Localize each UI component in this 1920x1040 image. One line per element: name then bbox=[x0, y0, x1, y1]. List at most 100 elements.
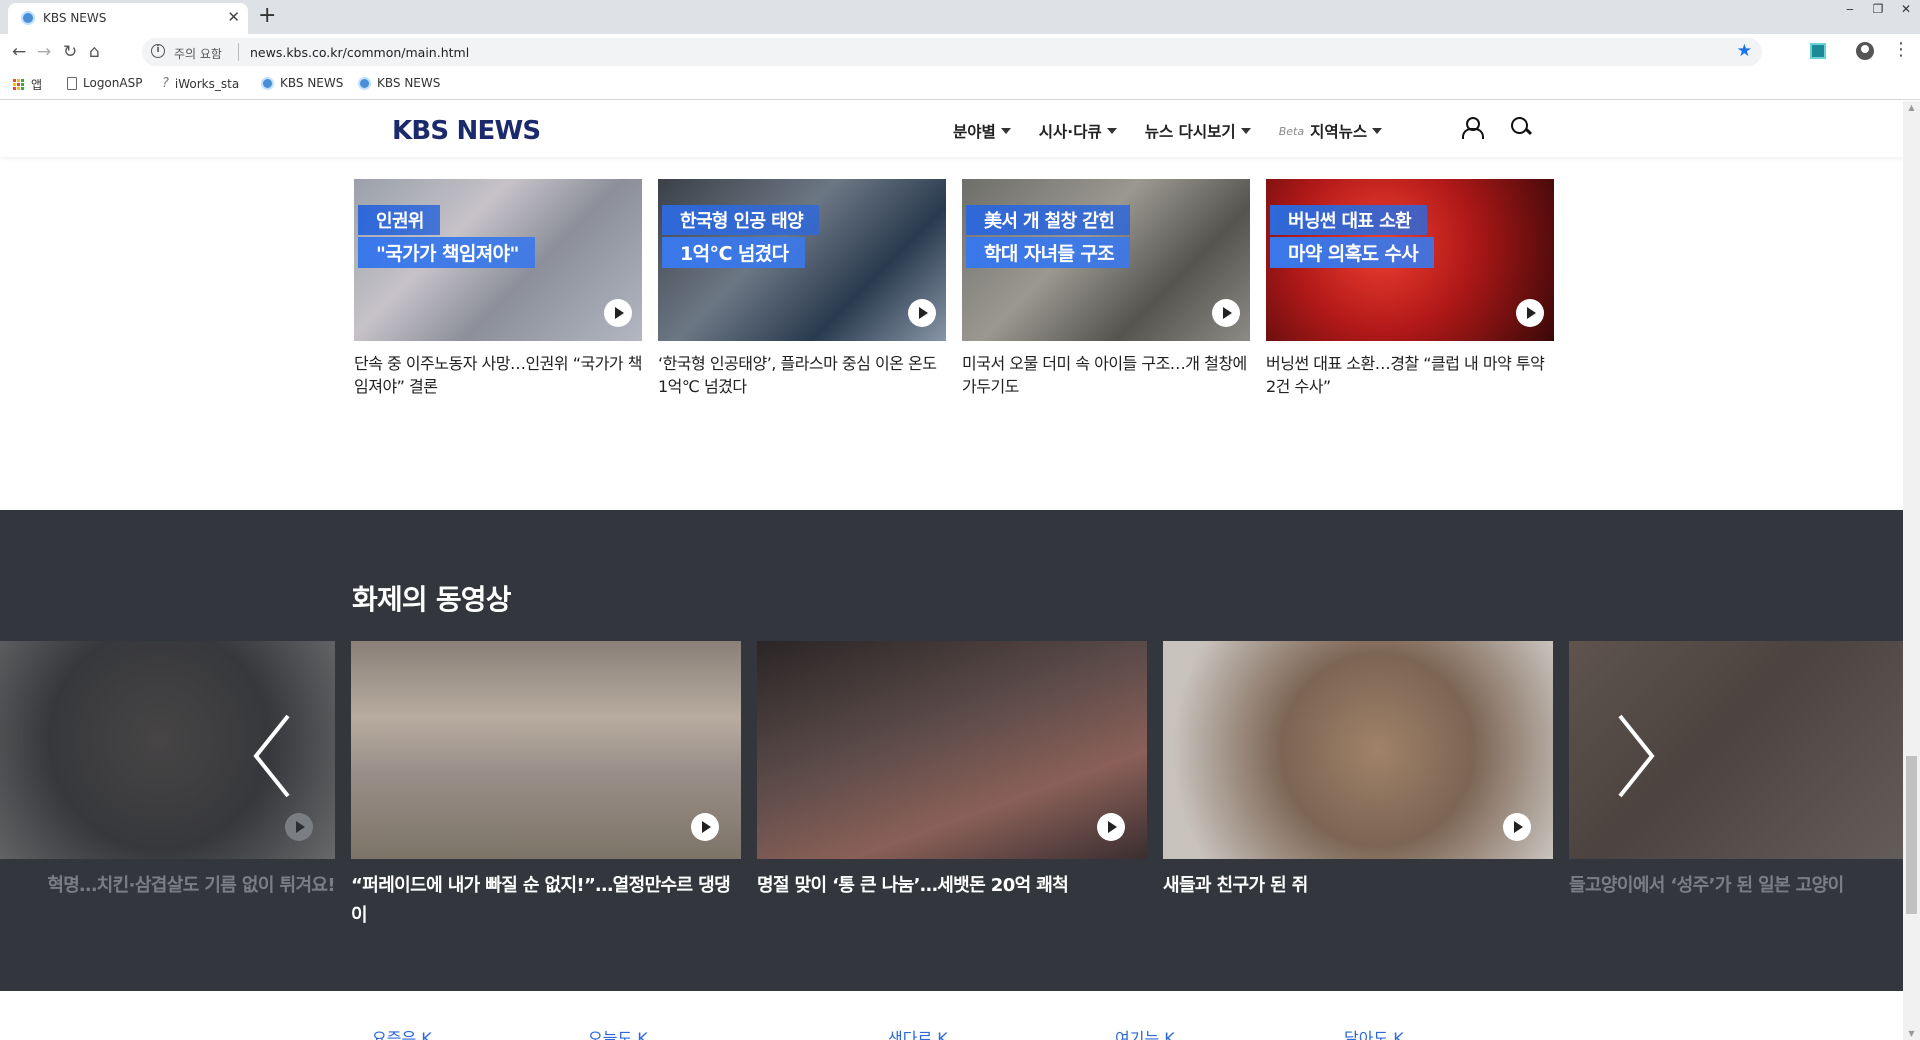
user-icon[interactable] bbox=[1462, 117, 1484, 139]
video-thumbnail bbox=[757, 641, 1147, 859]
profile-icon[interactable] bbox=[1856, 42, 1874, 60]
bookmark-label: LogonASP bbox=[83, 76, 143, 90]
video-title[interactable]: 들고양이에서 ‘성주’가 된 일본 고양이 bbox=[1569, 871, 1903, 901]
nav-label: 분야별 bbox=[953, 123, 996, 141]
caption-line-2: 학대 자녀들 구조 bbox=[966, 237, 1131, 268]
nav-label: 시사·다큐 bbox=[1038, 123, 1102, 141]
scroll-up-icon[interactable]: ▲ bbox=[1903, 103, 1920, 112]
nav-news-replay[interactable]: 뉴스 다시보기 bbox=[1145, 120, 1251, 142]
news-title[interactable]: 미국서 오물 더미 속 아이들 구조…개 철창에 가두기도 bbox=[962, 352, 1250, 398]
bookmark-logonasp[interactable]: LogonASP bbox=[67, 76, 142, 90]
bookmark-star-icon[interactable]: ★ bbox=[1737, 41, 1752, 61]
home-icon[interactable]: ⌂ bbox=[89, 42, 100, 62]
restore-icon[interactable]: ❐ bbox=[1864, 0, 1892, 20]
window-close-icon[interactable]: ✕ bbox=[1892, 0, 1920, 20]
apps-grid-icon bbox=[13, 78, 25, 91]
news-title[interactable]: 버닝썬 대표 소환…경찰 “클럽 내 마약 투약 2건 수사” bbox=[1266, 352, 1554, 398]
scroll-thumb[interactable] bbox=[1906, 756, 1917, 914]
minimize-icon[interactable]: ‒ bbox=[1836, 0, 1864, 20]
address-bar[interactable]: i 주의 요함 news.kbs.co.kr/common/main.html … bbox=[142, 38, 1762, 66]
kbs-favicon-icon bbox=[358, 76, 371, 90]
play-icon[interactable] bbox=[1097, 813, 1125, 841]
caret-down-icon bbox=[1240, 128, 1251, 134]
kbs-news-logo[interactable]: KBS NEWS bbox=[392, 116, 541, 146]
news-thumbnail: 인권위 "국가가 책임져야" bbox=[354, 179, 642, 341]
beta-badge: Beta bbox=[1278, 124, 1305, 138]
video-card[interactable]: 새들과 친구가 된 쥐 bbox=[1163, 641, 1553, 901]
window-controls: ‒ ❐ ✕ bbox=[1836, 0, 1920, 20]
video-title[interactable]: 명절 맞이 ‘통 큰 나눔’…세뱃돈 20억 쾌척 bbox=[757, 871, 1147, 901]
bookmark-label: KBS NEWS bbox=[377, 76, 441, 90]
video-title[interactable]: “퍼레이드에 내가 빠질 순 없지!”…열정만수르 댕댕이 bbox=[351, 871, 741, 931]
news-title[interactable]: ‘한국형 인공태양’, 플라스마 중심 이온 온도 1억℃ 넘겼다 bbox=[658, 352, 946, 398]
bottom-link[interactable]: 여기는 K bbox=[1115, 1025, 1175, 1040]
news-card[interactable]: 美서 개 철창 갇힌 학대 자녀들 구조 미국서 오물 더미 속 아이들 구조…… bbox=[962, 179, 1250, 398]
news-grid: 인권위 "국가가 책임져야" 단속 중 이주노동자 사망…인권위 “국가가 책임… bbox=[354, 179, 1554, 398]
bookmark-kbs-news-1[interactable]: KBS NEWS bbox=[261, 76, 343, 90]
news-thumbnail: 한국형 인공 태양 1억℃ 넘겼다 bbox=[658, 179, 946, 341]
play-icon[interactable] bbox=[285, 813, 313, 841]
caption-line-2: "국가가 책임져야" bbox=[358, 237, 535, 268]
forward-arrow-icon[interactable]: → bbox=[37, 42, 51, 62]
bottom-link[interactable]: 요즘은 K bbox=[372, 1025, 432, 1040]
nav-local-news[interactable]: Beta 지역뉴스 bbox=[1278, 120, 1383, 142]
main-nav: 분야별 시사·다큐 뉴스 다시보기 Beta 지역뉴스 bbox=[953, 120, 1410, 142]
caption-line-1: 美서 개 철창 갇힌 bbox=[966, 205, 1131, 235]
browser-tab-bar: KBS NEWS ✕ + ‒ ❐ ✕ bbox=[0, 0, 1920, 34]
news-title[interactable]: 단속 중 이주노동자 사망…인권위 “국가가 책임져야” 결론 bbox=[354, 352, 642, 398]
video-thumbnail bbox=[351, 641, 741, 859]
scroll-down-icon[interactable]: ▼ bbox=[1903, 1029, 1920, 1038]
bookmark-kbs-news-2[interactable]: KBS NEWS bbox=[358, 76, 440, 90]
url-divider bbox=[238, 43, 239, 61]
kbs-favicon-icon bbox=[261, 76, 274, 90]
nav-by-category[interactable]: 분야별 bbox=[953, 120, 1011, 142]
play-icon[interactable] bbox=[1212, 299, 1240, 327]
bottom-link-row: 요즘은 K 오늘도 K 샌다르 K 여기는 K 달아도 K bbox=[0, 991, 1903, 1040]
info-icon[interactable]: i bbox=[151, 44, 165, 58]
video-title[interactable]: 새들과 친구가 된 쥐 bbox=[1163, 871, 1553, 901]
play-icon[interactable] bbox=[1503, 813, 1531, 841]
iworks-icon: ? bbox=[162, 76, 169, 91]
video-title[interactable]: 혁명…치킨·삼겹살도 기름 없이 튀겨요! bbox=[0, 871, 335, 901]
search-icon[interactable] bbox=[1511, 117, 1531, 137]
nav-documentary[interactable]: 시사·다큐 bbox=[1039, 120, 1117, 142]
bookmark-iworks[interactable]: ? iWorks_sta bbox=[162, 76, 239, 91]
bookmark-label: iWorks_sta bbox=[174, 76, 240, 91]
url-text[interactable]: news.kbs.co.kr/common/main.html bbox=[250, 45, 469, 60]
bookmark-apps[interactable]: 앱 bbox=[13, 76, 42, 93]
news-card[interactable]: 인권위 "국가가 책임져야" 단속 중 이주노동자 사망…인권위 “국가가 책임… bbox=[354, 179, 642, 398]
browser-toolbar: ← → ↻ ⌂ i 주의 요함 news.kbs.co.kr/common/ma… bbox=[0, 34, 1920, 70]
browser-tab[interactable]: KBS NEWS ✕ bbox=[8, 3, 248, 34]
news-thumbnail: 버닝썬 대표 소환 마약 의혹도 수사 bbox=[1266, 179, 1554, 341]
news-card[interactable]: 버닝썬 대표 소환 마약 의혹도 수사 버닝썬 대표 소환…경찰 “클럽 내 마… bbox=[1266, 179, 1554, 398]
security-label: 주의 요함 bbox=[174, 47, 222, 61]
trending-videos-section: 화제의 동영상 혁명…치킨·삼겹살도 기름 없이 튀겨요! “퍼레이드에 내가 … bbox=[0, 510, 1903, 991]
site-header: KBS NEWS 분야별 시사·다큐 뉴스 다시보기 Beta 지역뉴스 bbox=[0, 101, 1903, 157]
caption-line-1: 한국형 인공 태양 bbox=[662, 205, 820, 235]
bottom-link[interactable]: 달아도 K bbox=[1344, 1025, 1404, 1040]
tab-close-icon[interactable]: ✕ bbox=[227, 8, 240, 26]
caption-line-1: 인권위 bbox=[358, 205, 440, 235]
carousel-prev-arrow-icon[interactable] bbox=[248, 711, 308, 801]
nav-label: 뉴스 다시보기 bbox=[1144, 123, 1236, 141]
video-thumbnail bbox=[1163, 641, 1553, 859]
bottom-link[interactable]: 오늘도 K bbox=[588, 1025, 648, 1040]
play-icon[interactable] bbox=[1516, 299, 1544, 327]
page-viewport: KBS NEWS 분야별 시사·다큐 뉴스 다시보기 Beta 지역뉴스 인권위… bbox=[0, 101, 1903, 1040]
news-card[interactable]: 한국형 인공 태양 1억℃ 넘겼다 ‘한국형 인공태양’, 플라스마 중심 이온… bbox=[658, 179, 946, 398]
caption-line-1: 버닝썬 대표 소환 bbox=[1270, 205, 1428, 235]
carousel-next-arrow-icon[interactable] bbox=[1600, 711, 1660, 801]
bottom-link[interactable]: 샌다르 K bbox=[888, 1025, 948, 1040]
play-icon[interactable] bbox=[604, 299, 632, 327]
play-icon[interactable] bbox=[908, 299, 936, 327]
kbs-favicon-icon bbox=[21, 11, 35, 25]
menu-dots-icon[interactable]: ⋮ bbox=[1892, 39, 1910, 60]
page-scrollbar[interactable]: ▲ ▼ bbox=[1903, 101, 1920, 1040]
new-tab-button[interactable]: + bbox=[258, 3, 276, 28]
reload-icon[interactable]: ↻ bbox=[63, 42, 77, 62]
extension-icon[interactable] bbox=[1810, 43, 1826, 59]
play-icon[interactable] bbox=[691, 813, 719, 841]
back-arrow-icon[interactable]: ← bbox=[12, 42, 26, 62]
video-card[interactable]: 명절 맞이 ‘통 큰 나눔’…세뱃돈 20억 쾌척 bbox=[757, 641, 1147, 901]
video-card[interactable]: “퍼레이드에 내가 빠질 순 없지!”…열정만수르 댕댕이 bbox=[351, 641, 741, 931]
